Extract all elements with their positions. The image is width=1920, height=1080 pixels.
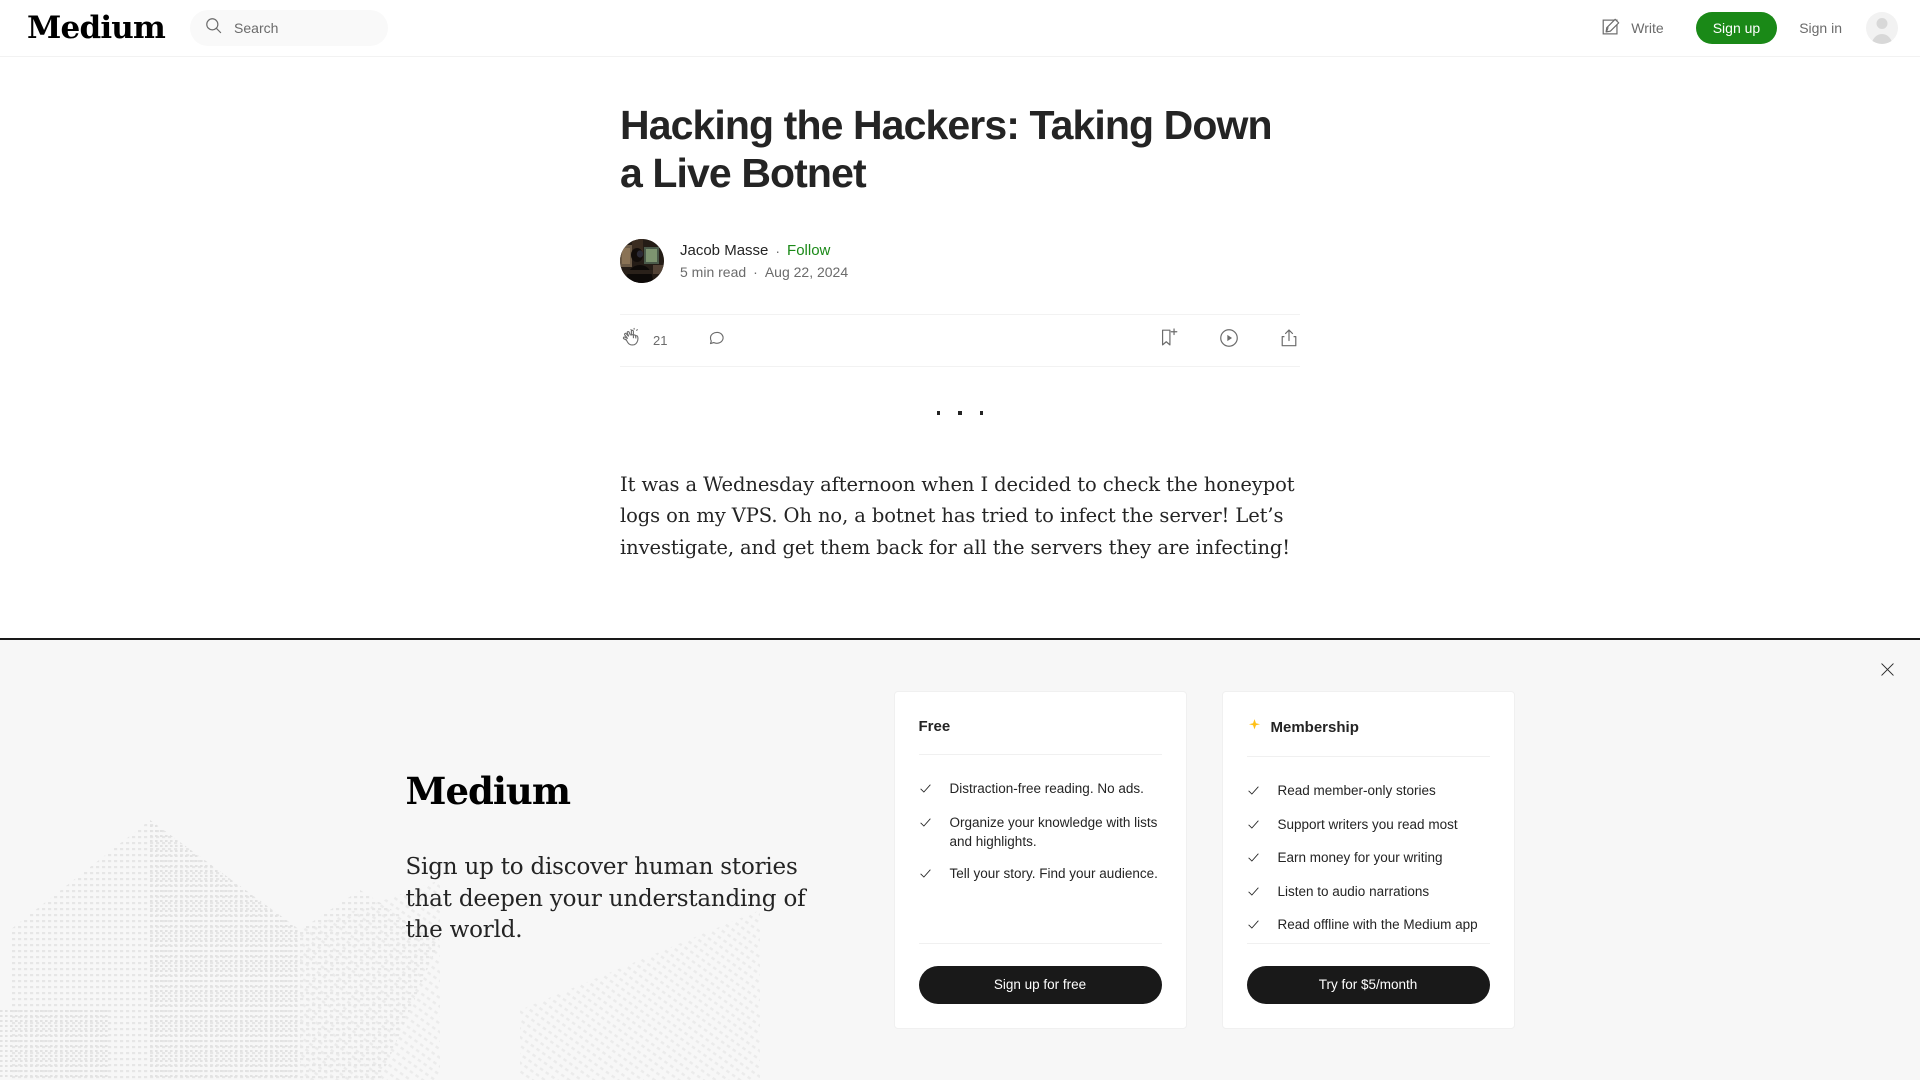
comment-icon (710, 331, 725, 344)
signup-button[interactable]: Sign up (1695, 11, 1778, 45)
feature-label: Read member-only stories (1277, 783, 1436, 799)
follow-button[interactable]: Follow (787, 242, 830, 259)
plan-card-membership: Membership Read member-only stories Supp… (1221, 691, 1515, 1029)
feature-label: Earn money for your writing (1277, 850, 1443, 866)
article-container: Hacking the Hackers: Taking Down a Live … (0, 57, 1920, 563)
user-avatar-placeholder-icon[interactable] (1866, 12, 1898, 44)
plan-title: Membership (1270, 719, 1359, 737)
search-placeholder: Search (234, 20, 279, 36)
banner-headline: Sign up to discover human stories that d… (405, 853, 806, 944)
divider-dot (958, 411, 962, 415)
feature-list: Read member-only stories Support writers… (1247, 775, 1490, 943)
byline-separator-2: · (753, 264, 758, 281)
listen-button[interactable] (1218, 327, 1240, 354)
check-icon (1247, 817, 1260, 837)
divider (1246, 756, 1490, 758)
list-item: Read member-only stories (1247, 775, 1490, 809)
search-icon (204, 16, 223, 40)
bookmark-plus-icon (1161, 328, 1178, 346)
check-icon (919, 781, 932, 801)
comment-button[interactable] (707, 328, 728, 354)
divider (918, 942, 1162, 944)
section-divider (620, 411, 1300, 415)
divider (1246, 942, 1490, 944)
feature-label: Listen to audio narrations (1277, 883, 1430, 899)
list-item: Tell your story. Find your audience. (919, 858, 1162, 892)
divider-dot (979, 411, 984, 415)
publish-date: Aug 22, 2024 (764, 264, 849, 281)
site-header: Medium Search Write Sign up Sign in (0, 0, 1920, 57)
feature-label: Support writers you read most (1277, 816, 1458, 832)
divider (918, 754, 1162, 756)
list-item: Organize your knowledge with lists and h… (919, 807, 1162, 858)
check-icon (919, 815, 932, 852)
article-action-bar: 21 (620, 314, 1300, 368)
avatar-photo (620, 239, 664, 284)
plan-title: Free (918, 718, 951, 736)
byline-separator: · (775, 242, 781, 259)
check-icon (1247, 917, 1260, 937)
check-icon (1247, 850, 1260, 870)
plan-cards: Free Distraction-free reading. No ads. O… (893, 691, 1515, 1029)
plan-card-header: Membership (1247, 718, 1490, 737)
write-label: Write (1631, 20, 1664, 36)
search-input[interactable]: Search (190, 10, 389, 46)
list-item: Read offline with the Medium app (1247, 909, 1490, 943)
divider-dot (936, 411, 941, 415)
play-circle-icon (1220, 329, 1238, 347)
avatar[interactable] (620, 239, 664, 284)
article-paragraph: It was a Wednesday afternoon when I deci… (620, 472, 1295, 559)
clap-button[interactable]: 21 (620, 327, 667, 354)
list-item: Distraction-free reading. No ads. (919, 773, 1162, 807)
byline: Jacob Masse · Follow 5 min read · Aug 22… (620, 239, 1300, 284)
share-icon (1281, 329, 1297, 347)
plan-card-header: Free (919, 718, 1162, 735)
write-button[interactable]: Write (1590, 10, 1673, 47)
feature-label: Organize your knowledge with lists and h… (949, 814, 1158, 850)
share-button[interactable] (1278, 327, 1300, 354)
signup-for-free-button[interactable]: Sign up for free (918, 965, 1162, 1004)
check-icon (1247, 884, 1260, 904)
signup-banner: Medium Sign up to discover human stories… (0, 638, 1920, 1080)
bookmark-button[interactable] (1158, 327, 1180, 354)
try-membership-button[interactable]: Try for $5/month (1246, 965, 1490, 1004)
page-title: Hacking the Hackers: Taking Down a Live … (620, 102, 1273, 196)
clap-count: 21 (653, 333, 668, 349)
read-time: 5 min read (680, 264, 747, 281)
banner-medium-logo: Medium (405, 768, 571, 813)
author-name[interactable]: Jacob Masse (680, 242, 768, 259)
feature-label: Tell your story. Find your audience. (949, 865, 1158, 881)
banner-promo: Medium Sign up to discover human stories… (405, 768, 836, 947)
check-icon (1247, 783, 1260, 803)
pencil-square-icon (1600, 16, 1622, 41)
medium-logo[interactable]: Medium (27, 12, 166, 44)
list-item: Support writers you read most (1247, 809, 1490, 843)
feature-label: Read offline with the Medium app (1277, 917, 1478, 933)
header-actions: Write Sign up Sign in (1590, 10, 1898, 47)
list-item: Listen to audio narrations (1247, 876, 1490, 910)
check-icon (919, 866, 932, 886)
clap-icon (620, 327, 642, 354)
feature-list: Distraction-free reading. No ads. Organi… (919, 773, 1162, 891)
plan-card-free: Free Distraction-free reading. No ads. O… (893, 691, 1187, 1029)
signin-link[interactable]: Sign in (1799, 20, 1842, 36)
feature-label: Distraction-free reading. No ads. (949, 781, 1144, 797)
star-icon (1247, 718, 1262, 737)
list-item: Earn money for your writing (1247, 842, 1490, 876)
